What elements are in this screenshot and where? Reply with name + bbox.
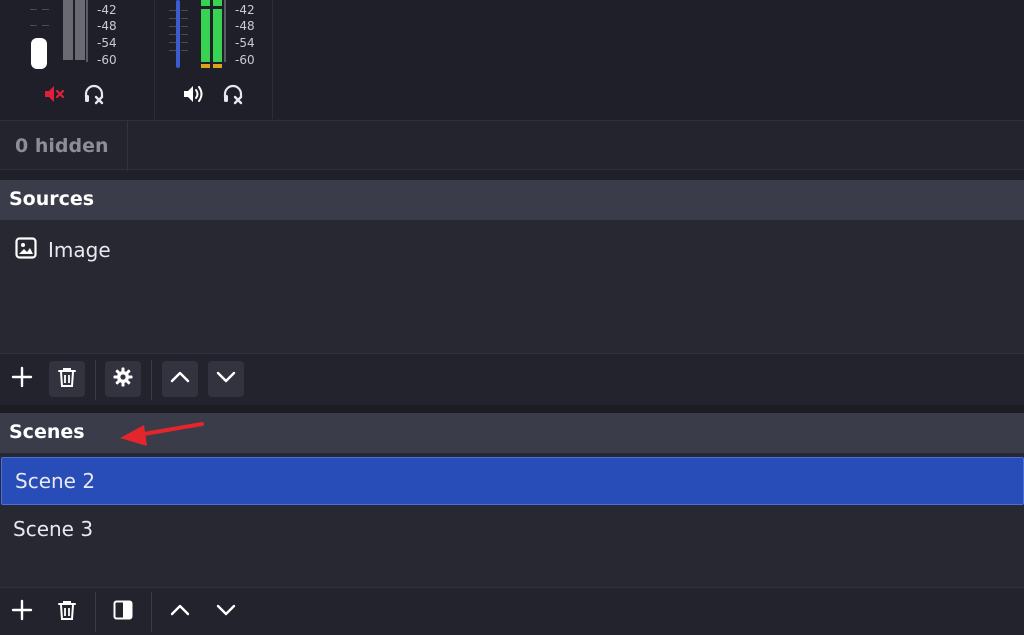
audio-mixer: -42 -48 -54 -60 -42 -48 -54 -60	[0, 0, 1024, 119]
level-meter-left	[201, 0, 210, 62]
fader-tick	[42, 9, 49, 10]
db-label: -60	[235, 53, 255, 67]
level-meter-right	[213, 0, 222, 62]
fader-tick	[181, 10, 188, 11]
sources-title: Sources	[9, 188, 95, 210]
db-label: -54	[97, 36, 117, 50]
chevron-up-icon	[169, 366, 191, 392]
hidden-docks-bar: 0 hidden	[0, 120, 1024, 171]
scene-item-scene-2[interactable]: Scene 2	[1, 457, 1024, 505]
db-label: -54	[235, 36, 255, 50]
fader-tick	[169, 50, 176, 51]
source-item-label: Image	[48, 238, 111, 262]
add-icon	[11, 366, 33, 392]
fader-tick	[42, 25, 49, 26]
move-source-up-button[interactable]	[162, 361, 198, 397]
gear-icon	[112, 366, 134, 392]
meter-scale-line	[224, 0, 226, 62]
level-meter-right	[75, 0, 85, 60]
meter-peak-gap	[201, 6, 222, 9]
fader-tick	[169, 18, 176, 19]
remove-scene-button[interactable]	[49, 594, 85, 630]
add-scene-button[interactable]	[4, 594, 40, 630]
fader-tick	[30, 25, 37, 26]
headphones-off-icon[interactable]	[220, 81, 246, 107]
meter-peak-left	[201, 64, 210, 68]
sources-toolbar	[0, 353, 1024, 405]
volume-fader[interactable]	[176, 0, 180, 68]
scene-item-label: Scene 2	[15, 469, 96, 493]
db-label: -48	[97, 19, 117, 33]
speaker-muted-icon[interactable]	[42, 81, 68, 107]
fader-tick	[169, 42, 176, 43]
scenes-list[interactable]: Scene 2 Scene 3	[0, 453, 1024, 587]
headphones-off-icon[interactable]	[81, 81, 107, 107]
move-scene-down-button[interactable]	[208, 594, 244, 630]
toolbar-divider	[95, 360, 96, 400]
source-properties-button[interactable]	[105, 361, 141, 397]
filter-icon	[112, 599, 134, 625]
hidden-count-label[interactable]: 0 hidden	[15, 135, 109, 157]
db-label: -42	[235, 3, 255, 17]
scene-item-label: Scene 3	[13, 517, 94, 541]
chevron-down-icon	[215, 366, 237, 392]
level-meter-left	[63, 0, 73, 60]
fader-tick	[169, 10, 176, 11]
mixer-channel-2: -42 -48 -54 -60	[154, 0, 273, 119]
toolbar-divider	[151, 360, 152, 400]
scenes-title: Scenes	[9, 421, 85, 443]
divider	[127, 121, 128, 171]
meter-peak-right	[213, 64, 222, 68]
dock-divider	[0, 405, 1024, 413]
toolbar-divider	[95, 592, 96, 632]
fader-tick	[169, 26, 176, 27]
db-label: -42	[97, 3, 117, 17]
image-icon	[14, 236, 38, 264]
fader-tick	[181, 42, 188, 43]
remove-source-button[interactable]	[49, 361, 85, 397]
fader-tick	[181, 26, 188, 27]
add-icon	[11, 599, 33, 625]
trash-icon	[56, 599, 78, 625]
move-source-down-button[interactable]	[208, 361, 244, 397]
move-scene-up-button[interactable]	[162, 594, 198, 630]
sources-list[interactable]: Image	[0, 220, 1024, 353]
chevron-up-icon	[169, 599, 191, 625]
fader-tick	[181, 18, 188, 19]
add-source-button[interactable]	[4, 361, 40, 397]
scenes-toolbar	[0, 587, 1024, 635]
fader-tick	[181, 50, 188, 51]
scene-item-scene-3[interactable]: Scene 3	[0, 505, 1024, 553]
meter-scale-line	[86, 0, 88, 62]
red-arrow-icon	[116, 417, 206, 457]
sources-dock-header: Sources	[0, 180, 1024, 220]
fader-tick	[169, 34, 176, 35]
trash-icon	[56, 366, 78, 392]
source-item-image[interactable]: Image	[14, 236, 111, 264]
chevron-down-icon	[215, 599, 237, 625]
fader-tick	[181, 34, 188, 35]
toolbar-divider	[151, 592, 152, 632]
speaker-volume-icon[interactable]	[181, 81, 207, 107]
db-label: -48	[235, 19, 255, 33]
volume-fader-handle[interactable]	[31, 38, 47, 69]
fader-tick	[30, 9, 37, 10]
scenes-dock-header: Scenes	[0, 413, 1024, 453]
mixer-channel-1: -42 -48 -54 -60	[0, 0, 154, 119]
scene-filters-button[interactable]	[105, 594, 141, 630]
db-label: -60	[97, 53, 117, 67]
